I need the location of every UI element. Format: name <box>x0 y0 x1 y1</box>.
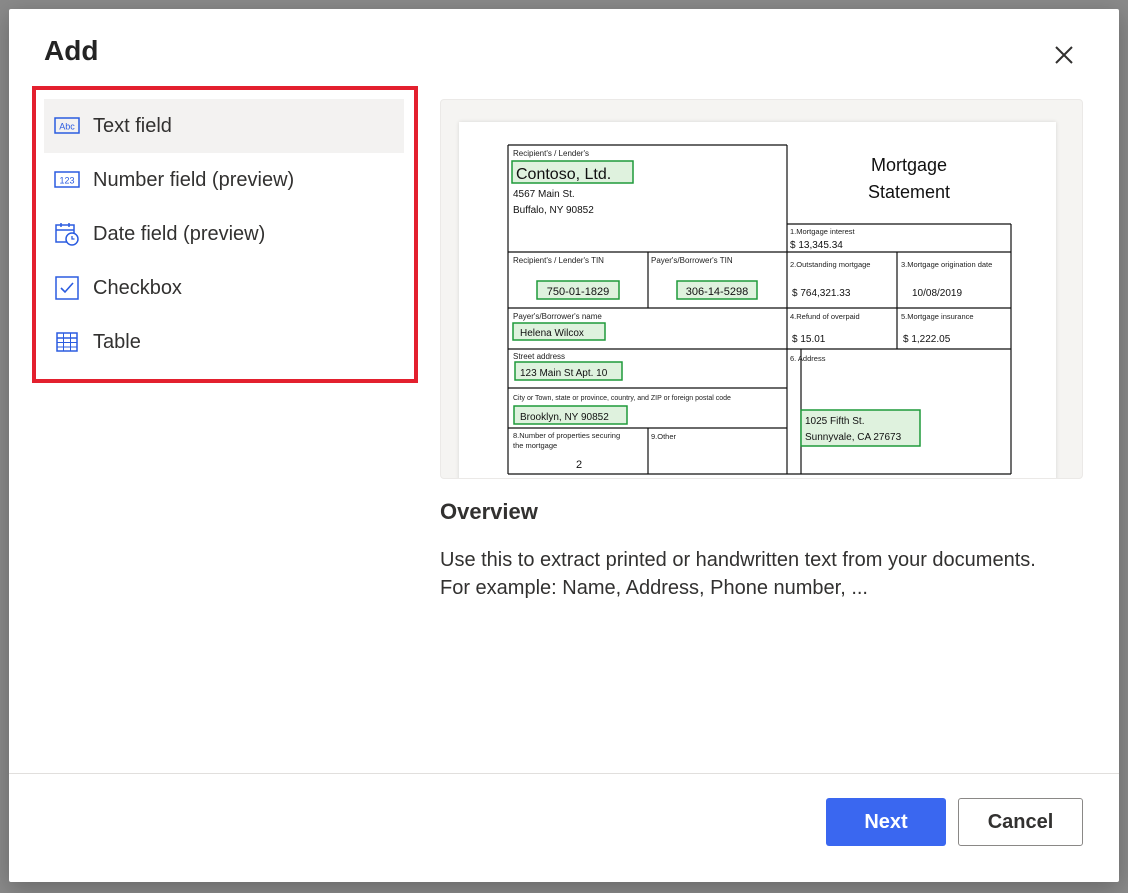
svg-text:123: 123 <box>59 176 74 186</box>
sample-document: Mortgage Statement Recipient's / Lender'… <box>459 122 1056 478</box>
preview-panel: Mortgage Statement Recipient's / Lender'… <box>440 99 1083 479</box>
payer-tin: 306-14-5298 <box>686 286 748 298</box>
properties-caption-line2: the mortgage <box>513 441 557 450</box>
option-table[interactable]: Table <box>44 315 404 369</box>
origination-caption: 3.Mortgage origination date <box>901 260 992 269</box>
address-caption: 6. Address <box>790 354 826 363</box>
lender-address-line2: Buffalo, NY 90852 <box>513 205 594 216</box>
interest-value: $ 13,345.34 <box>790 240 843 251</box>
number-field-icon: 123 <box>54 167 80 193</box>
payer-tin-caption: Payer's/Borrower's TIN <box>651 256 733 265</box>
mortgage-statement-form: Mortgage Statement Recipient's / Lender'… <box>507 144 1012 475</box>
option-date-field[interactable]: Date field (preview) <box>44 207 404 261</box>
lender-tin: 750-01-1829 <box>547 286 609 298</box>
overview-description: Use this to extract printed or handwritt… <box>440 546 1100 602</box>
footer-divider <box>9 773 1119 774</box>
properties-value: 2 <box>576 459 582 471</box>
date-field-icon <box>54 221 80 247</box>
interest-caption: 1.Mortgage interest <box>790 227 856 236</box>
overview-line2: For example: Name, Address, Phone number… <box>440 577 868 599</box>
overview-line1: Use this to extract printed or handwritt… <box>440 549 1036 571</box>
next-button[interactable]: Next <box>826 798 946 846</box>
city-caption: City or Town, state or province, country… <box>513 395 731 402</box>
cancel-button[interactable]: Cancel <box>958 798 1083 846</box>
lender-tin-caption: Recipient's / Lender's TIN <box>513 256 604 265</box>
lender-name: Contoso, Ltd. <box>516 166 611 183</box>
option-checkbox[interactable]: Checkbox <box>44 261 404 315</box>
other-caption: 9.Other <box>651 432 677 441</box>
refund-caption: 4.Refund of overpaid <box>790 312 860 321</box>
city-value: Brooklyn, NY 90852 <box>520 412 609 423</box>
overview-title: Overview <box>440 499 538 524</box>
refund-value: $ 15.01 <box>792 334 826 345</box>
outstanding-caption: 2.Outstanding mortgage <box>790 260 870 269</box>
table-icon <box>54 329 80 355</box>
svg-text:Abc: Abc <box>59 122 75 132</box>
close-button[interactable] <box>1049 40 1079 70</box>
street-value: 123 Main St Apt. 10 <box>520 368 608 379</box>
option-number-field[interactable]: 123 Number field (preview) <box>44 153 404 207</box>
payer-name: Helena Wilcox <box>520 328 584 339</box>
doc-title-line1: Mortgage <box>871 155 947 175</box>
insurance-value: $ 1,222.05 <box>903 334 951 345</box>
option-label: Checkbox <box>93 276 182 299</box>
add-field-dialog: Add Abc Text field 123 Number field (pre… <box>9 9 1119 882</box>
option-label: Number field (preview) <box>93 168 295 191</box>
lender-address-line1: 4567 Main St. <box>513 189 575 200</box>
option-label: Date field (preview) <box>93 222 266 245</box>
option-text-field[interactable]: Abc Text field <box>44 99 404 153</box>
origination-value: 10/08/2019 <box>912 288 962 299</box>
lender-caption: Recipient's / Lender's <box>513 149 589 158</box>
street-caption: Street address <box>513 352 565 361</box>
payer-name-caption: Payer's/Borrower's name <box>513 312 602 321</box>
option-label: Text field <box>93 114 172 137</box>
close-icon <box>1055 46 1073 64</box>
outstanding-value: $ 764,321.33 <box>792 288 851 299</box>
properties-caption-line1: 8.Number of properties securing <box>513 431 620 440</box>
text-field-icon: Abc <box>54 113 80 139</box>
field-type-list: Abc Text field 123 Number field (preview… <box>32 86 418 383</box>
insurance-caption: 5.Mortgage insurance <box>901 312 974 321</box>
checkbox-icon <box>54 275 80 301</box>
option-label: Table <box>93 330 141 353</box>
doc-title-line2: Statement <box>868 182 950 202</box>
dialog-title: Add <box>44 35 99 66</box>
address-line1: 1025 Fifth St. <box>805 416 864 427</box>
address-line2: Sunnyvale, CA 27673 <box>805 432 902 443</box>
